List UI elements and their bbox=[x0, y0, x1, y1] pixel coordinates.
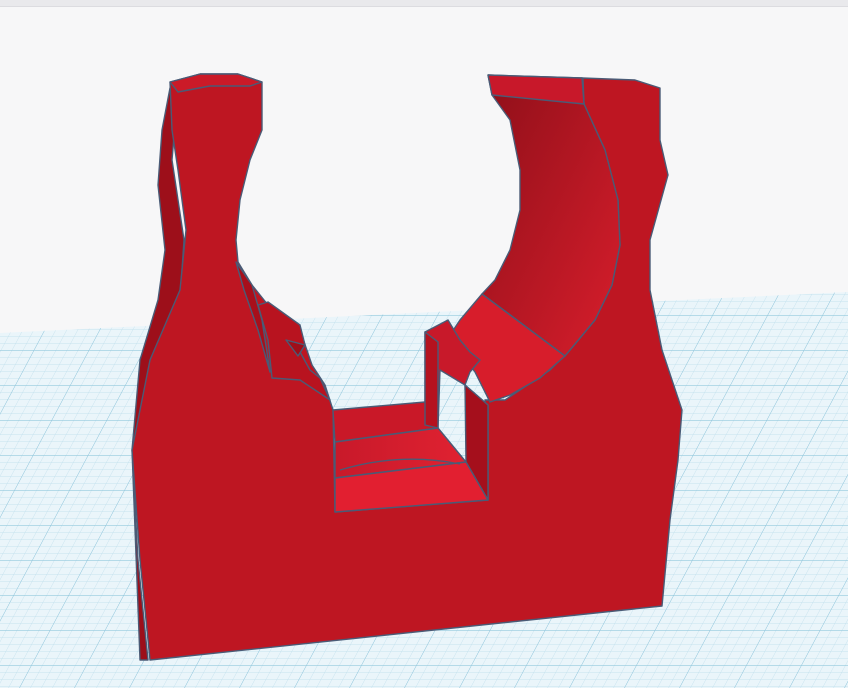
slot-inner-wall bbox=[424, 331, 439, 429]
3d-viewport[interactable] bbox=[0, 0, 848, 688]
scene-canvas[interactable] bbox=[0, 0, 848, 688]
edge-line-2 bbox=[582, 77, 585, 105]
